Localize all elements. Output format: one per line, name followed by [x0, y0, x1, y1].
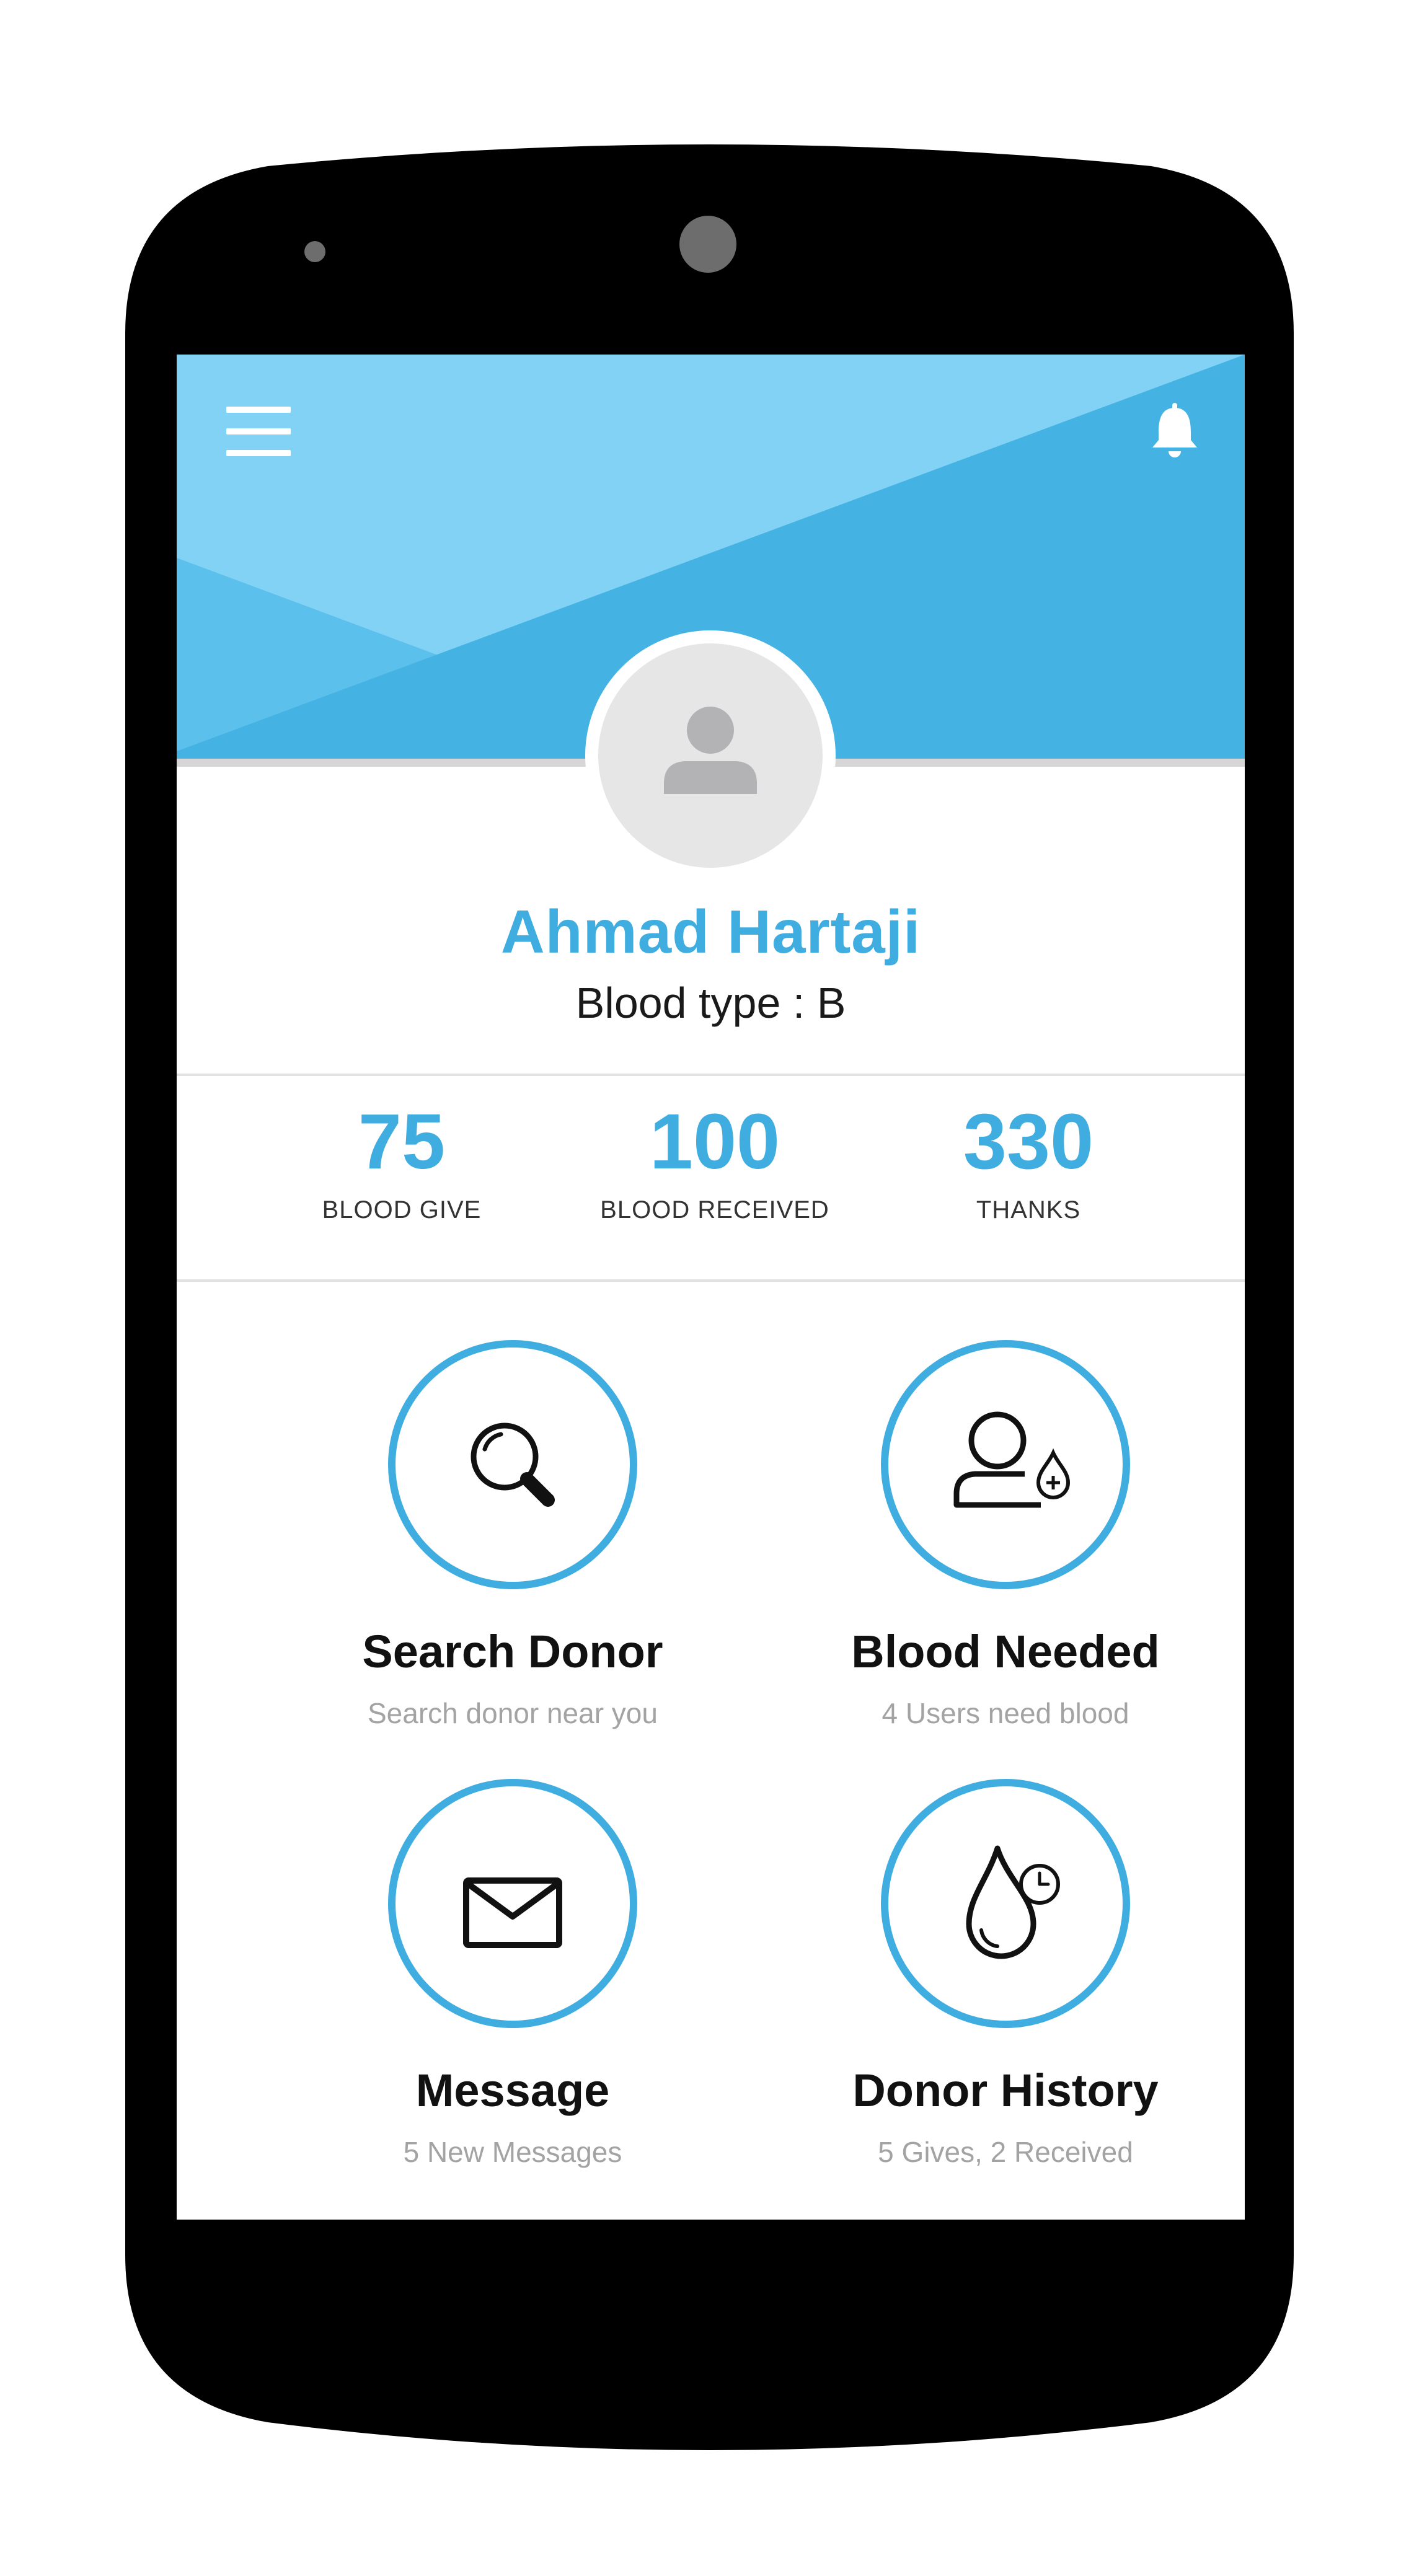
- donor-history-button[interactable]: [881, 1779, 1130, 2028]
- notification-button[interactable]: [1150, 402, 1200, 460]
- tile-title: Search Donor: [362, 1626, 663, 1677]
- avatar[interactable]: [598, 643, 823, 868]
- stat-value: 75: [358, 1098, 446, 1185]
- blood-type-label: Blood type : B: [575, 979, 846, 1027]
- blood-needed-button[interactable]: [881, 1340, 1130, 1589]
- tile-title: Donor History: [852, 2065, 1159, 2116]
- front-camera: [679, 216, 736, 273]
- envelope-icon: [463, 1877, 562, 1948]
- divider: [177, 1074, 1245, 1076]
- tile-subtitle: 5 Gives, 2 Received: [878, 2136, 1133, 2168]
- search-donor-button[interactable]: [388, 1340, 637, 1589]
- tile-subtitle: Search donor near you: [368, 1697, 658, 1729]
- stat-value: 100: [649, 1098, 780, 1185]
- user-name: Ahmad Hartaji: [500, 898, 921, 966]
- bell-icon: [1152, 403, 1197, 457]
- search-icon: [471, 1423, 555, 1507]
- app-screen: Ahmad Hartaji Blood type : B 75 BLOOD GI…: [177, 355, 1245, 2220]
- user-avatar-icon: [664, 707, 757, 794]
- stat-label: THANKS: [976, 1196, 1081, 1224]
- message-button[interactable]: [388, 1779, 637, 2028]
- stat-label: BLOOD RECEIVED: [600, 1196, 829, 1224]
- stat-label: BLOOD GIVE: [322, 1196, 482, 1224]
- tile-title: Message: [415, 2065, 610, 2116]
- tile-subtitle: 5 New Messages: [403, 2136, 622, 2168]
- tile-title: Blood Needed: [851, 1626, 1160, 1677]
- stat-value: 330: [963, 1098, 1094, 1185]
- stat-thanks: 330 THANKS: [873, 1098, 1183, 1224]
- tile-donor-history[interactable]: Donor History 5 Gives, 2 Received: [793, 1779, 1227, 2213]
- blood-drop-clock-icon: [966, 1845, 1060, 1959]
- divider: [177, 1279, 1245, 1282]
- tile-search-donor[interactable]: Search Donor Search donor near you: [301, 1340, 735, 1774]
- menu-button[interactable]: [226, 407, 291, 456]
- user-blood-drop-icon: [953, 1411, 1071, 1508]
- stat-blood-give: 75 BLOOD GIVE: [247, 1098, 557, 1224]
- stat-blood-received: 100 BLOOD RECEIVED: [560, 1098, 870, 1224]
- tile-blood-needed[interactable]: Blood Needed 4 Users need blood: [793, 1340, 1227, 1774]
- tile-message[interactable]: Message 5 New Messages: [301, 1779, 735, 2213]
- tile-subtitle: 4 Users need blood: [882, 1697, 1129, 1729]
- sensor-dot: [304, 241, 325, 262]
